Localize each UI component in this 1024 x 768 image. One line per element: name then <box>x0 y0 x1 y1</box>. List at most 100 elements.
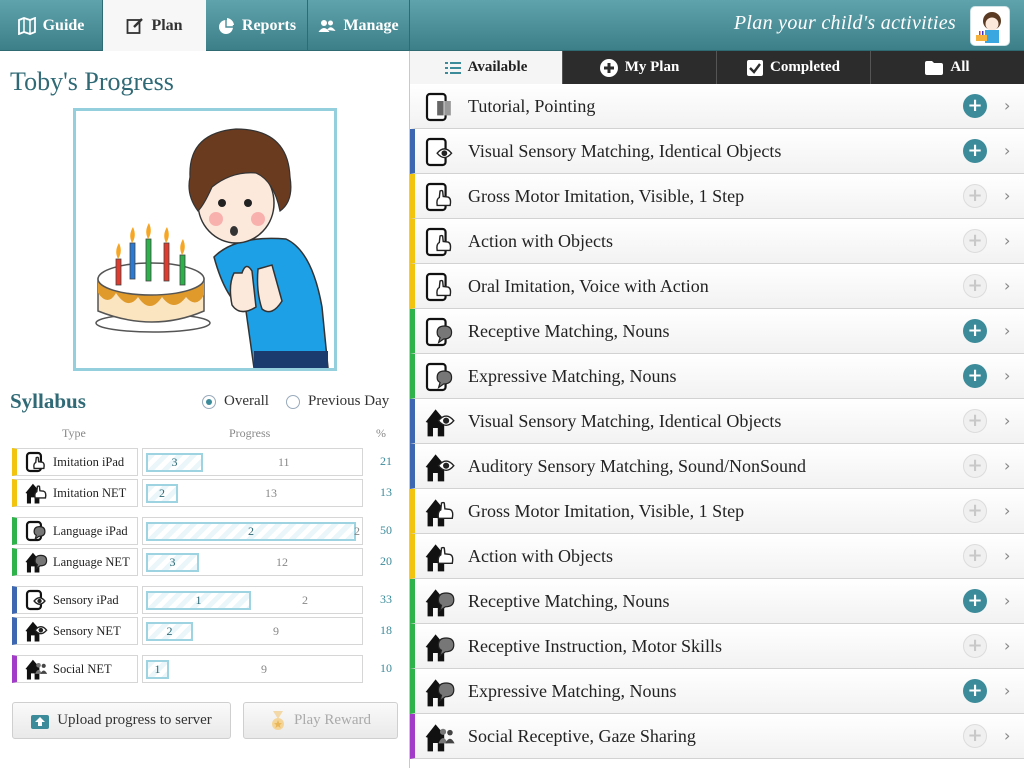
syllabus-done-count: 2 <box>166 624 173 638</box>
syllabus-progress-fill: 1 <box>146 591 251 610</box>
filter-my-plan[interactable]: My Plan <box>563 51 717 84</box>
activity-label: Expressive Matching, Nouns <box>468 681 677 701</box>
chevron-right-icon[interactable]: › <box>1004 411 1010 430</box>
syllabus-type-cell: Social NET <box>12 655 138 683</box>
chevron-right-icon[interactable]: › <box>1004 141 1010 160</box>
tab-reports[interactable]: Reports <box>206 0 308 51</box>
syllabus-type-label: Imitation NET <box>53 485 127 500</box>
filter-all[interactable]: All <box>871 51 1024 84</box>
column-header-type: Type <box>62 426 86 440</box>
add-to-plan-icon[interactable]: + <box>963 409 987 433</box>
activity-label: Gross Motor Imitation, Visible, 1 Step <box>468 186 745 206</box>
upload-button-label: Upload progress to server <box>57 712 212 728</box>
progress-panel: Toby's Progress Syllabus Overall Previou… <box>0 51 410 768</box>
tablet-speech-icon <box>25 520 49 542</box>
radio-previous-day[interactable]: Previous Day <box>286 393 389 410</box>
activity-row[interactable]: Action with Objects + › <box>410 219 1024 264</box>
syllabus-percent: 13 <box>380 485 392 499</box>
syllabus-done-count: 3 <box>169 555 176 569</box>
chevron-right-icon[interactable]: › <box>1004 231 1010 250</box>
progress-title: Toby's Progress <box>10 67 174 96</box>
house-speech-icon <box>425 632 457 662</box>
syllabus-title: Syllabus <box>10 389 86 413</box>
syllabus-percent: 33 <box>380 592 392 606</box>
tab-guide[interactable]: Guide <box>0 0 103 51</box>
avatar[interactable] <box>970 6 1010 46</box>
chevron-right-icon[interactable]: › <box>1004 681 1010 700</box>
activity-row[interactable]: Oral Imitation, Voice with Action + › <box>410 264 1024 309</box>
add-to-plan-icon[interactable]: + <box>963 634 987 658</box>
chevron-right-icon[interactable]: › <box>1004 636 1010 655</box>
syllabus-row: Language NET 3 12 20 <box>12 548 407 576</box>
syllabus-progress-fill: 2 <box>146 522 356 541</box>
add-to-plan-icon[interactable]: + <box>963 229 987 253</box>
filter-completed[interactable]: Completed <box>717 51 871 84</box>
tablet-hand-icon <box>25 451 49 473</box>
tablet-eye-icon <box>425 137 457 167</box>
house-people-icon <box>25 658 49 680</box>
activity-row[interactable]: Auditory Sensory Matching, Sound/NonSoun… <box>410 444 1024 489</box>
house-hand-icon <box>425 497 457 527</box>
add-to-plan-icon[interactable]: + <box>963 94 987 118</box>
syllabus-total-count: 11 <box>278 455 290 469</box>
chevron-right-icon[interactable]: › <box>1004 501 1010 520</box>
chevron-right-icon[interactable]: › <box>1004 726 1010 745</box>
activity-row[interactable]: Social Receptive, Gaze Sharing + › <box>410 714 1024 759</box>
tablet-speech-icon <box>425 362 457 392</box>
syllabus-progress-bar: 1 9 <box>142 655 363 683</box>
syllabus-progress-bar: 2 2 <box>142 517 363 545</box>
radio-overall[interactable]: Overall <box>202 393 269 410</box>
activity-row[interactable]: Gross Motor Imitation, Visible, 1 Step +… <box>410 489 1024 534</box>
activity-row[interactable]: Action with Objects + › <box>410 534 1024 579</box>
activity-label: Action with Objects <box>468 231 613 251</box>
add-to-plan-icon[interactable]: + <box>963 679 987 703</box>
syllabus-type-cell: Imitation iPad <box>12 448 138 476</box>
chevron-right-icon[interactable]: › <box>1004 276 1010 295</box>
activity-row[interactable]: Visual Sensory Matching, Identical Objec… <box>410 399 1024 444</box>
activity-row[interactable]: Receptive Matching, Nouns + › <box>410 579 1024 624</box>
add-to-plan-icon[interactable]: + <box>963 364 987 388</box>
syllabus-progress-fill: 3 <box>146 553 199 572</box>
house-hand-icon <box>425 542 457 572</box>
syllabus-progress-bar: 3 11 <box>142 448 363 476</box>
add-to-plan-icon[interactable]: + <box>963 589 987 613</box>
top-nav-bar: Guide Plan Reports Manage Plan your chil… <box>0 0 1024 52</box>
chevron-right-icon[interactable]: › <box>1004 366 1010 385</box>
radio-selected-icon <box>202 394 216 409</box>
chevron-right-icon[interactable]: › <box>1004 546 1010 565</box>
tab-plan[interactable]: Plan <box>103 0 206 52</box>
syllabus-percent: 20 <box>380 554 392 568</box>
house-speech-icon <box>425 677 457 707</box>
add-to-plan-icon[interactable]: + <box>963 724 987 748</box>
activity-row[interactable]: Receptive Instruction, Motor Skills + › <box>410 624 1024 669</box>
activity-row[interactable]: Gross Motor Imitation, Visible, 1 Step +… <box>410 174 1024 219</box>
tab-manage[interactable]: Manage <box>308 0 410 51</box>
activity-row[interactable]: Receptive Matching, Nouns + › <box>410 309 1024 354</box>
chevron-right-icon[interactable]: › <box>1004 321 1010 340</box>
add-to-plan-icon[interactable]: + <box>963 544 987 568</box>
syllabus-total-count: 2 <box>302 593 308 607</box>
add-to-plan-icon[interactable]: + <box>963 454 987 478</box>
filter-available[interactable]: Available <box>410 51 563 84</box>
add-to-plan-icon[interactable]: + <box>963 184 987 208</box>
chevron-right-icon[interactable]: › <box>1004 96 1010 115</box>
activity-row[interactable]: Expressive Matching, Nouns + › <box>410 669 1024 714</box>
add-to-plan-icon[interactable]: + <box>963 274 987 298</box>
activity-row[interactable]: Tutorial, Pointing + › <box>410 84 1024 129</box>
syllabus-progress-fill: 3 <box>146 453 203 472</box>
tablet-hand-icon <box>425 227 457 257</box>
chevron-right-icon[interactable]: › <box>1004 591 1010 610</box>
upload-button[interactable]: Upload progress to server <box>12 702 231 739</box>
activity-row[interactable]: Visual Sensory Matching, Identical Objec… <box>410 129 1024 174</box>
chevron-right-icon[interactable]: › <box>1004 186 1010 205</box>
add-to-plan-icon[interactable]: + <box>963 499 987 523</box>
play-reward-button[interactable]: Play Reward <box>243 702 398 739</box>
activity-row[interactable]: Expressive Matching, Nouns + › <box>410 354 1024 399</box>
upload-icon <box>31 714 50 729</box>
tab-reports-label: Reports <box>241 16 297 34</box>
activity-label: Oral Imitation, Voice with Action <box>468 276 709 296</box>
add-to-plan-icon[interactable]: + <box>963 319 987 343</box>
list-icon <box>444 61 461 74</box>
chevron-right-icon[interactable]: › <box>1004 456 1010 475</box>
add-to-plan-icon[interactable]: + <box>963 139 987 163</box>
